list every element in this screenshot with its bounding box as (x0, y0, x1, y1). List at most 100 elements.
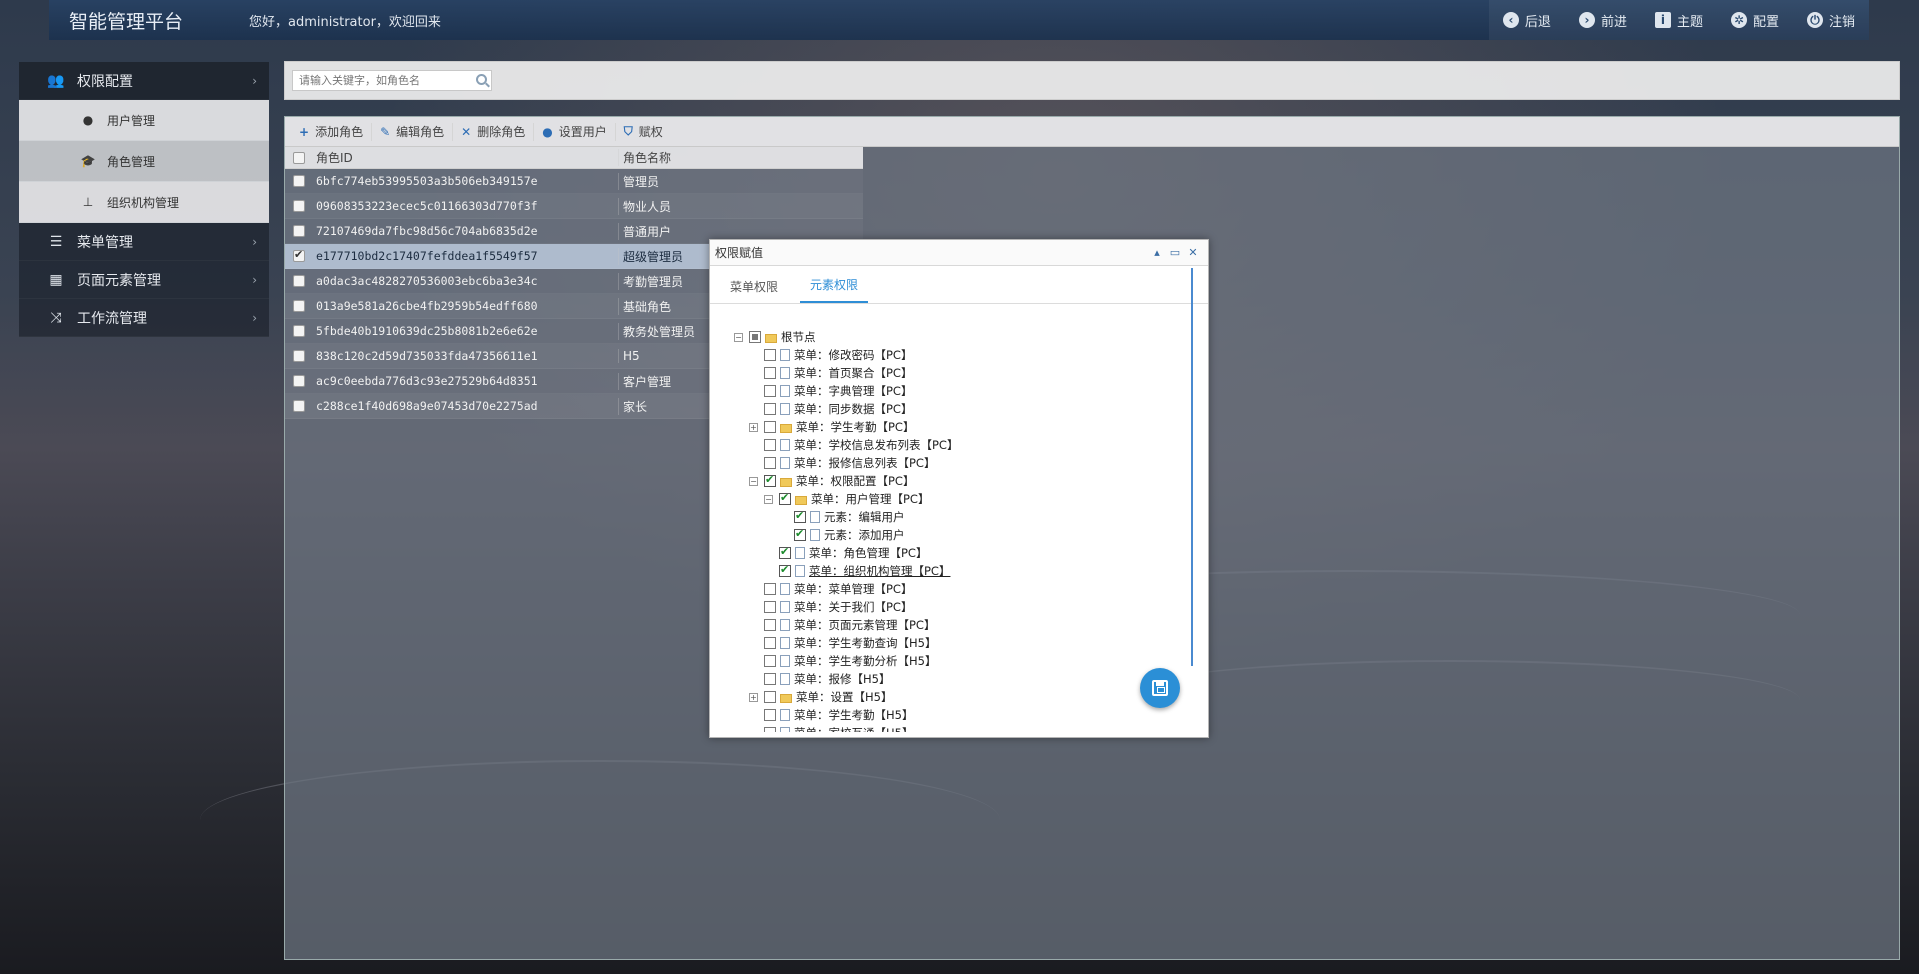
tree-node-label[interactable]: 菜单：学生考勤分析【H5】 (794, 653, 936, 669)
back-button[interactable]: ‹ 后退 (1489, 0, 1565, 40)
save-button[interactable] (1140, 668, 1180, 708)
row-checkbox[interactable] (293, 400, 305, 412)
tree-checkbox[interactable] (764, 673, 776, 685)
tree-checkbox[interactable] (764, 637, 776, 649)
row-checkbox[interactable] (293, 248, 305, 262)
tree-node-label[interactable]: 菜单：设置【H5】 (796, 689, 892, 705)
tree-checkbox[interactable] (764, 709, 776, 721)
tab-element-permission[interactable]: 元素权限 (800, 276, 869, 303)
row-checkbox[interactable] (293, 300, 305, 312)
grant-button[interactable]: ⛉ 赋权 (616, 123, 671, 141)
tree-node-label[interactable]: 菜单：学生考勤【H5】 (794, 707, 913, 723)
collapse-icon[interactable]: ▴ (1148, 246, 1166, 259)
collapse-node-icon[interactable]: − (749, 476, 758, 486)
tree-node-label[interactable]: 菜单：页面元素管理【PC】 (794, 617, 935, 633)
tree-node-label[interactable]: 菜单：家校互通【H5】 (794, 725, 913, 732)
tree-node-label[interactable]: 菜单：关于我们【PC】 (794, 599, 912, 615)
sidebar-group-permission[interactable]: 👥 权限配置 › (19, 62, 269, 100)
tree-node-label[interactable]: 菜单：修改密码【PC】 (794, 347, 912, 363)
tree-checkbox[interactable] (764, 655, 776, 667)
tree-node-label[interactable]: 菜单：首页聚合【PC】 (794, 365, 912, 381)
tree-checkbox[interactable] (764, 367, 776, 379)
close-icon[interactable]: ✕ (1184, 246, 1202, 259)
tree-node-label[interactable]: 菜单：学生考勤【PC】 (796, 419, 914, 435)
add-role-button[interactable]: + 添加角色 (291, 122, 373, 141)
sidebar-item-user-management[interactable]: ● 用户管理 (19, 100, 269, 141)
table-row[interactable]: 09608353223ecec5c01166303d770f3f 物业人员 (285, 194, 863, 219)
tree-node-label[interactable]: 菜单：报修【H5】 (794, 671, 890, 687)
tree-checkbox[interactable] (764, 619, 776, 631)
logout-button[interactable]: ⏻ 注销 (1793, 0, 1869, 40)
tree-checkbox[interactable] (764, 583, 776, 595)
maximize-icon[interactable]: ▭ (1166, 246, 1184, 259)
set-user-button[interactable]: ● 设置用户 (534, 122, 616, 141)
tree-checkbox[interactable] (749, 331, 761, 343)
tree-node: 菜单：角色管理【PC】 (710, 544, 1204, 562)
tree-checkbox[interactable] (764, 421, 776, 433)
tree-node: 菜单：家校互通【H5】 (710, 724, 1204, 732)
sidebar-group-page-elements[interactable]: ▦ 页面元素管理 › (19, 261, 269, 299)
tree-node-label[interactable]: 菜单：角色管理【PC】 (809, 545, 927, 561)
sidebar-group-menu[interactable]: ☰ 菜单管理 › (19, 223, 269, 261)
tree-checkbox[interactable] (764, 349, 776, 361)
tree-checkbox[interactable] (764, 727, 776, 732)
column-header-name[interactable]: 角色名称 (618, 149, 863, 166)
tree-checkbox[interactable] (764, 457, 776, 469)
search-icon[interactable] (476, 74, 487, 85)
expand-icon[interactable]: + (749, 422, 758, 432)
shield-icon: ⛉ (623, 124, 633, 138)
expand-icon[interactable]: + (749, 692, 758, 702)
table-row[interactable]: 6bfc774eb53995503a3b506eb349157e 管理员 (285, 169, 863, 194)
tree-checkbox[interactable] (764, 601, 776, 613)
tree-node-label[interactable]: 菜单：菜单管理【PC】 (794, 581, 912, 597)
tree-checkbox[interactable] (764, 403, 776, 415)
tree-checkbox[interactable] (794, 509, 806, 523)
tree-node-label[interactable]: 元素：添加用户 (824, 527, 905, 543)
tree-node-label[interactable]: 元素：编辑用户 (824, 509, 905, 525)
tree-node-label[interactable]: 菜单：报修信息列表【PC】 (794, 455, 935, 471)
row-checkbox[interactable] (293, 350, 305, 362)
row-checkbox[interactable] (293, 200, 305, 212)
tree-checkbox[interactable] (779, 491, 791, 505)
tree-node-label[interactable]: 菜单：组织机构管理【PC】 (809, 563, 950, 579)
tab-menu-permission[interactable]: 菜单权限 (720, 278, 788, 303)
tree-checkbox[interactable] (764, 385, 776, 397)
tree-node: 菜单：学生考勤查询【H5】 (710, 634, 1204, 652)
tree-node-label[interactable]: 菜单：学生考勤查询【H5】 (794, 635, 936, 651)
row-checkbox[interactable] (293, 325, 305, 337)
tree-checkbox[interactable] (764, 691, 776, 703)
tree-checkbox[interactable] (779, 563, 791, 577)
tree-node-label[interactable]: 菜单：学校信息发布列表【PC】 (794, 437, 958, 453)
collapse-node-icon[interactable]: − (734, 332, 743, 342)
document-icon (780, 385, 790, 397)
tree-node-label[interactable]: 菜单：权限配置【PC】 (796, 473, 914, 489)
config-button[interactable]: ✲ 配置 (1717, 0, 1793, 40)
tree-node-label[interactable]: 菜单：字典管理【PC】 (794, 383, 912, 399)
edit-role-button[interactable]: ✎ 编辑角色 (372, 122, 454, 141)
tree-node-label[interactable]: 菜单：同步数据【PC】 (794, 401, 912, 417)
delete-role-button[interactable]: ✕ 删除角色 (453, 122, 535, 141)
collapse-node-icon[interactable]: − (764, 494, 773, 504)
row-checkbox[interactable] (293, 225, 305, 237)
top-nav: ‹ 后退 › 前进 i 主题 ✲ 配置 ⏻ 注销 (1488, 0, 1869, 40)
theme-button[interactable]: i 主题 (1641, 0, 1717, 40)
tree-node-label[interactable]: 根节点 (781, 329, 816, 345)
row-checkbox[interactable] (293, 275, 305, 287)
users-icon: 👥 (47, 72, 65, 89)
column-header-id[interactable]: 角色ID (313, 149, 618, 166)
tree-checkbox[interactable] (764, 439, 776, 451)
row-checkbox[interactable] (293, 375, 305, 387)
search-input[interactable] (292, 70, 492, 91)
scrollbar[interactable] (1191, 268, 1193, 666)
tree-node-label[interactable]: 菜单：用户管理【PC】 (811, 491, 929, 507)
row-checkbox[interactable] (293, 175, 305, 187)
sidebar-item-role-management[interactable]: 🎓 角色管理 (19, 141, 269, 182)
tree-checkbox[interactable] (779, 545, 791, 559)
select-all-checkbox[interactable] (293, 151, 305, 164)
tree-checkbox[interactable] (764, 473, 776, 487)
sidebar-item-org-management[interactable]: ⊥ 组织机构管理 (19, 182, 269, 223)
tree-checkbox[interactable] (794, 527, 806, 541)
sidebar-group-workflow[interactable]: ⤨ 工作流管理 › (19, 299, 269, 337)
forward-button[interactable]: › 前进 (1565, 0, 1641, 40)
top-header: 智能管理平台 您好，administrator，欢迎回来 ‹ 后退 › 前进 i 主题… (49, 0, 1869, 40)
